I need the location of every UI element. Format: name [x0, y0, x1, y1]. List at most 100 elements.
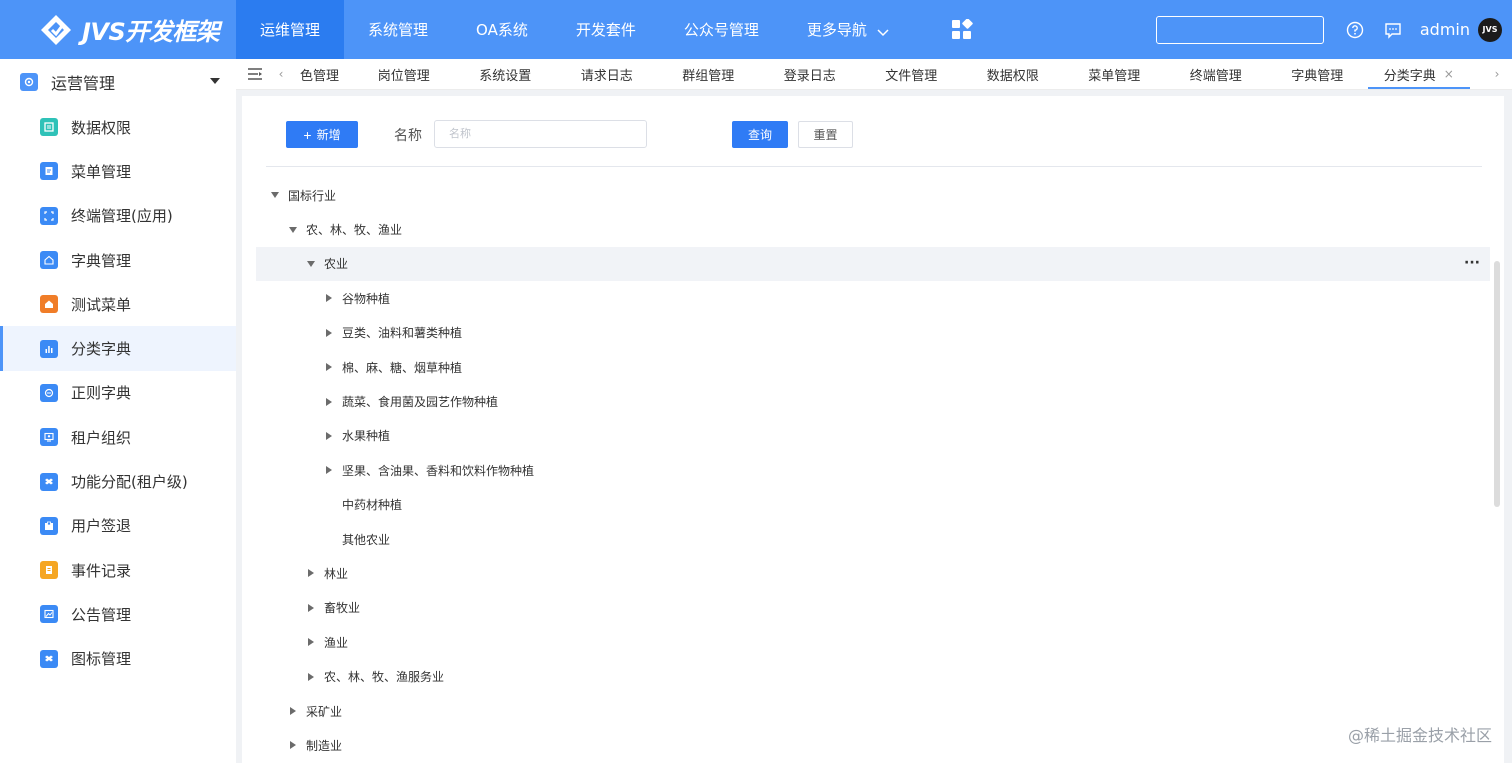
sidebar-item-label: 公告管理	[71, 605, 132, 624]
chevron-down-icon	[877, 26, 889, 36]
tree-node[interactable]: 豆类、油料和薯类种植	[256, 316, 1490, 350]
sidebar-item-announcement-management[interactable]: 公告管理	[0, 592, 236, 636]
sidebar-item-function-assignment[interactable]: 功能分配(租户级)	[0, 459, 236, 503]
sidebar-group-operations[interactable]: 运营管理	[0, 59, 236, 105]
tab-file-management[interactable]: 文件管理	[861, 59, 963, 90]
tab-label: 岗位管理	[377, 68, 430, 84]
name-search-input[interactable]	[434, 120, 647, 148]
tree-node-label: 棉、麻、糖、烟草种植	[342, 360, 463, 375]
caret-right-icon[interactable]	[306, 603, 316, 613]
tree-node[interactable]: 制造业	[256, 728, 1490, 762]
close-icon[interactable]: ×	[1444, 67, 1454, 81]
apps-grid-icon[interactable]	[933, 0, 992, 59]
tree-node[interactable]: 棉、麻、糖、烟草种植	[256, 350, 1490, 384]
tree-node-label: 制造业	[306, 738, 343, 753]
tab-menu-management[interactable]: 菜单管理	[1064, 59, 1166, 90]
tab-dictionary-management[interactable]: 字典管理	[1267, 59, 1369, 90]
tree-node[interactable]: 畜牧业	[256, 591, 1490, 625]
tab-request-log[interactable]: 请求日志	[556, 59, 658, 90]
sidebar: 运营管理 数据权限 菜单管理 终端管理(应用) 字典管理 测试菜单 分类字典 正…	[0, 59, 236, 763]
tree-node[interactable]: 谷物种植	[256, 281, 1490, 315]
sidebar-item-terminal-management[interactable]: 终端管理(应用)	[0, 194, 236, 238]
tree-node[interactable]: 农业 ···	[256, 246, 1490, 282]
tree-node[interactable]: 中药材种植	[256, 488, 1490, 522]
tree-node[interactable]: 渔业	[256, 625, 1490, 659]
sidebar-item-icon-management[interactable]: 图标管理	[0, 637, 236, 681]
help-icon[interactable]	[1344, 19, 1366, 41]
regex-icon	[40, 383, 58, 402]
caret-right-icon[interactable]	[324, 431, 334, 441]
tree-node[interactable]: 农、林、牧、渔业	[256, 212, 1490, 246]
topnav-system-management[interactable]: 系统管理	[344, 0, 452, 59]
caret-right-icon[interactable]	[324, 397, 334, 407]
caret-right-icon[interactable]	[306, 568, 316, 578]
tab-label: 群组管理	[682, 68, 735, 84]
sidebar-item-data-permission[interactable]: 数据权限	[0, 105, 236, 149]
tab-role-management[interactable]: 色管理	[288, 59, 353, 90]
sidebar-item-menu-management[interactable]: 菜单管理	[0, 149, 236, 193]
message-icon[interactable]	[1382, 19, 1404, 41]
topnav-dev-suite[interactable]: 开发套件	[552, 0, 660, 59]
add-button-label: 新增	[316, 128, 341, 142]
tab-group-management[interactable]: 群组管理	[658, 59, 760, 90]
username[interactable]: admin	[1420, 20, 1470, 39]
caret-right-icon[interactable]	[306, 637, 316, 647]
reset-button[interactable]: 重置	[798, 121, 853, 148]
tab-label: 色管理	[300, 68, 340, 84]
tree-node[interactable]: 林业	[256, 556, 1490, 590]
tree-node[interactable]: 农、林、牧、渔服务业	[256, 659, 1490, 693]
sidebar-item-dictionary-management[interactable]: 字典管理	[0, 238, 236, 282]
topnav-more[interactable]: 更多导航	[783, 0, 913, 59]
top-search-input[interactable]	[1155, 15, 1324, 44]
top-right-area: admin JVS	[1155, 0, 1512, 59]
caret-down-icon[interactable]	[306, 259, 316, 269]
topnav-official-account[interactable]: 公众号管理	[660, 0, 783, 59]
tab-label: 请求日志	[580, 68, 633, 84]
tab-login-log[interactable]: 登录日志	[759, 59, 861, 90]
chevron-right-icon[interactable]: ›	[1490, 67, 1504, 81]
caret-right-icon[interactable]	[324, 293, 334, 303]
tab-category-dictionary[interactable]: 分类字典 ×	[1368, 59, 1470, 90]
caret-right-icon[interactable]	[306, 672, 316, 682]
topnav-oa-system[interactable]: OA系统	[452, 0, 552, 59]
logo-icon	[38, 12, 74, 48]
tree-node[interactable]: 水果种植	[256, 419, 1490, 453]
sidebar-item-regex-dictionary[interactable]: 正则字典	[0, 371, 236, 415]
more-actions-icon[interactable]: ···	[1464, 255, 1480, 271]
sidebar-item-event-log[interactable]: 事件记录	[0, 548, 236, 592]
top-bar: JVS开发框架 运维管理 系统管理 OA系统 开发套件 公众号管理 更多导航 a…	[0, 0, 1512, 59]
caret-down-icon[interactable]	[270, 190, 280, 200]
tab-terminal-management[interactable]: 终端管理	[1165, 59, 1267, 90]
tab-system-settings[interactable]: 系统设置	[455, 59, 557, 90]
tree-node[interactable]: 蔬菜、食用菌及园艺作物种植	[256, 384, 1490, 418]
tab-data-permission[interactable]: 数据权限	[962, 59, 1064, 90]
sidebar-item-test-menu[interactable]: 测试菜单	[0, 282, 236, 326]
caret-right-icon[interactable]	[324, 328, 334, 338]
chevron-left-icon[interactable]: ‹	[274, 67, 288, 81]
caret-down-icon[interactable]	[288, 225, 298, 235]
topnav-ops-management[interactable]: 运维管理	[236, 0, 345, 59]
collapse-menu-icon[interactable]	[236, 59, 274, 90]
caret-right-icon[interactable]	[324, 362, 334, 372]
caret-right-icon[interactable]	[288, 740, 298, 750]
tab-label: 分类字典	[1383, 68, 1436, 84]
caret-right-icon[interactable]	[324, 465, 334, 475]
sidebar-item-tenant-organization[interactable]: 租户组织	[0, 415, 236, 459]
sidebar-item-category-dictionary[interactable]: 分类字典	[0, 326, 236, 372]
add-button[interactable]: + 新增	[286, 121, 358, 148]
tree-node[interactable]: 其他农业	[256, 522, 1490, 556]
plus-icon: +	[303, 126, 312, 143]
tree-node[interactable]: 坚果、含油果、香料和饮料作物种植	[256, 453, 1490, 487]
scrollbar[interactable]	[1494, 261, 1500, 507]
caret-right-icon[interactable]	[288, 706, 298, 716]
tree-node[interactable]: 国标行业	[256, 178, 1490, 212]
tree-node-label: 蔬菜、食用菌及园艺作物种植	[342, 395, 499, 410]
query-button[interactable]: 查询	[732, 121, 788, 148]
tree-node-label: 农业	[324, 257, 349, 272]
avatar[interactable]: JVS	[1478, 17, 1502, 42]
tab-position-management[interactable]: 岗位管理	[353, 59, 455, 90]
sidebar-item-user-signout[interactable]: 用户签退	[0, 504, 236, 548]
brand-logo[interactable]: JVS开发框架	[0, 0, 236, 59]
sidebar-item-label: 测试菜单	[71, 295, 132, 314]
tree-node[interactable]: 采矿业	[256, 694, 1490, 728]
